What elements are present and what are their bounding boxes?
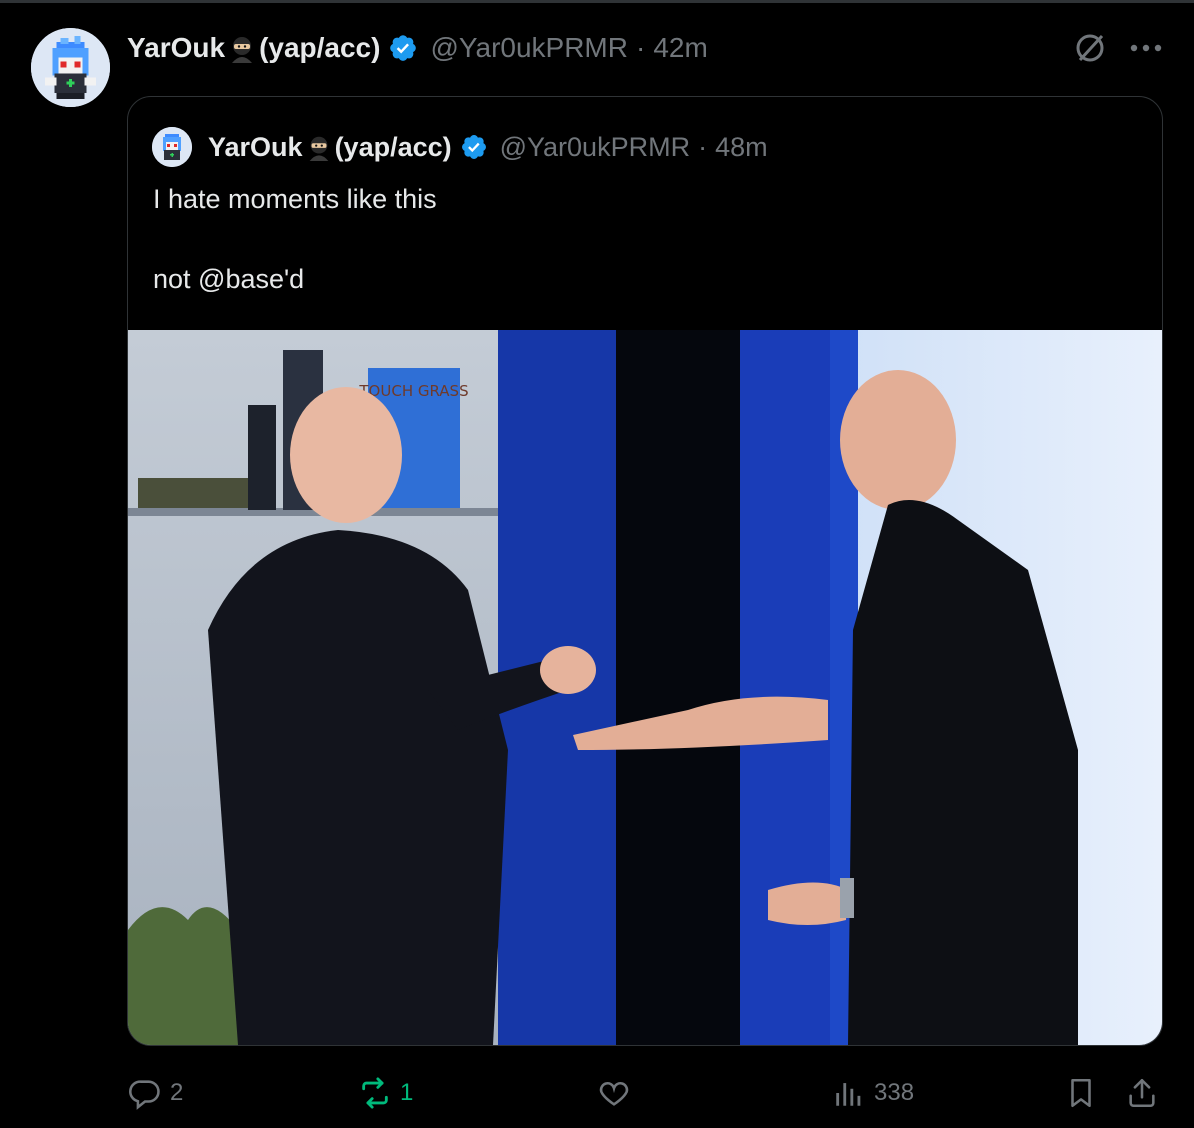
share-icon <box>1125 1076 1159 1110</box>
reply-count: 2 <box>170 1079 184 1106</box>
bookmark-button[interactable] <box>1064 1068 1098 1118</box>
display-name[interactable]: YarOuk <box>127 32 225 64</box>
quoted-avatar <box>152 127 192 167</box>
quoted-handle: @Yar0ukPRMR <box>499 131 691 162</box>
quoted-tweet[interactable]: YarOuk (yap/acc) @Yar0ukPRMR · 48m I hat… <box>127 96 1163 1046</box>
ninja-emoji-icon <box>227 33 257 63</box>
quoted-tweet-header: YarOuk (yap/acc) @Yar0ukPRMR · 48m <box>152 127 768 167</box>
more-icon[interactable] <box>1126 30 1166 66</box>
like-button[interactable] <box>597 1068 639 1118</box>
quoted-text-line: not @base'd <box>153 264 305 294</box>
reply-icon <box>128 1076 162 1110</box>
verified-badge-icon <box>460 133 488 161</box>
quoted-tweet-text: I hate moments like this not @base'd <box>153 179 437 299</box>
views-count: 338 <box>874 1079 915 1106</box>
bookmark-icon <box>1064 1076 1098 1110</box>
quoted-display-name: YarOuk <box>208 131 303 162</box>
like-icon <box>597 1076 631 1110</box>
separator-dot: · <box>635 32 646 63</box>
avatar[interactable] <box>31 28 110 107</box>
grok-icon[interactable] <box>1072 30 1108 66</box>
views-icon <box>832 1076 866 1110</box>
tweet-header: YarOuk (yap/acc) @Yar0ukPRMR · 42m <box>127 28 708 68</box>
quoted-text-line: I hate moments like this <box>153 184 437 214</box>
views-button[interactable]: 338 <box>832 1068 914 1118</box>
repost-icon <box>358 1076 392 1110</box>
quoted-timestamp: 48m <box>715 131 768 162</box>
display-name-suffix[interactable]: (yap/acc) <box>259 32 380 64</box>
reply-button[interactable]: 2 <box>128 1068 183 1118</box>
quoted-display-name-suffix: (yap/acc) <box>334 131 452 162</box>
tweet-actions: 2 1 338 <box>0 1068 1194 1118</box>
quoted-media-image[interactable]: TOUCH GRASS <box>128 330 1162 1045</box>
share-button[interactable] <box>1125 1068 1159 1118</box>
separator-dot: · <box>698 131 708 162</box>
tweet: YarOuk (yap/acc) @Yar0ukPRMR · 42m YarOu… <box>0 0 1194 1128</box>
handle[interactable]: @Yar0ukPRMR <box>430 32 628 64</box>
verified-badge-icon[interactable] <box>388 33 418 63</box>
timestamp[interactable]: 42m <box>653 32 707 64</box>
repost-count: 1 <box>400 1079 414 1106</box>
repost-button[interactable]: 1 <box>358 1068 413 1118</box>
ninja-emoji-icon <box>305 133 333 161</box>
